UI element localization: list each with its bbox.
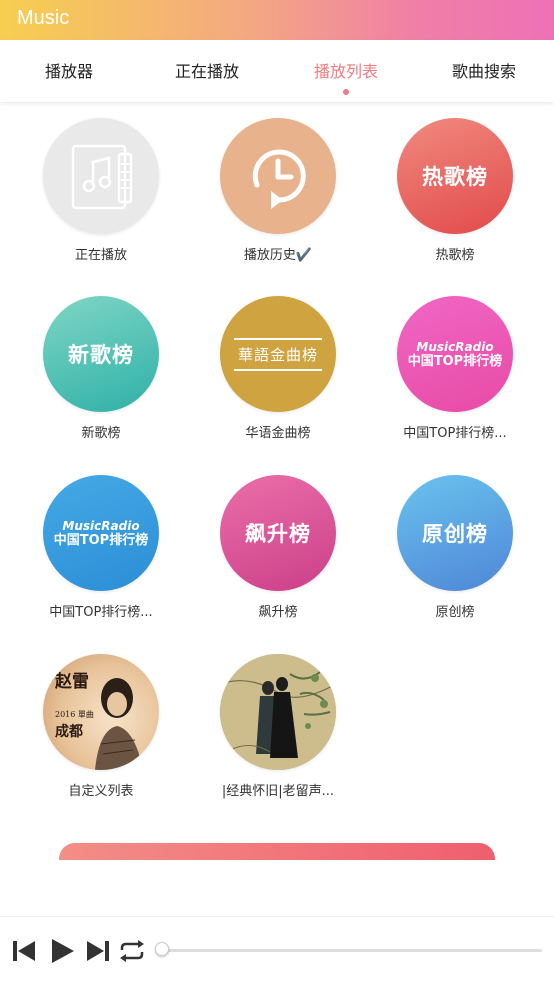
cover-album-art: 赵雷 2016 單曲 成都 bbox=[43, 654, 159, 770]
next-icon[interactable] bbox=[84, 937, 112, 965]
repeat-icon[interactable] bbox=[118, 937, 146, 965]
cover-musicradio: MusicRadio 中国TOP排行榜 bbox=[397, 296, 513, 412]
cover-hot-chart: 热歌榜 bbox=[397, 118, 513, 234]
playlist-item-history[interactable]: 播放历史✔️ bbox=[189, 102, 367, 272]
player-bar bbox=[0, 916, 554, 986]
playlist-item-new[interactable]: 新歌榜 新歌榜 bbox=[12, 280, 190, 450]
content-fade bbox=[0, 860, 554, 916]
cover-rising-chart: 飙升榜 bbox=[220, 475, 336, 591]
cover-title: 成都 bbox=[55, 724, 83, 740]
cover-chinese-gold: 華語金曲榜 bbox=[220, 296, 336, 412]
playlist-caption: 飙升榜 bbox=[258, 605, 298, 620]
playlist-caption: 播放历史✔️ bbox=[243, 248, 313, 263]
clock-history-icon bbox=[220, 118, 336, 234]
playlist-item-top-chart-1[interactable]: MusicRadio 中国TOP排行榜 中国TOP排行榜... bbox=[366, 280, 544, 450]
cover-artist: 赵雷 bbox=[55, 672, 89, 692]
tab-now-playing[interactable]: 正在播放 bbox=[138, 40, 276, 102]
playlist-caption: 中国TOP排行榜... bbox=[403, 426, 507, 441]
playlist-caption: 自定义列表 bbox=[68, 784, 134, 799]
music-document-icon bbox=[43, 118, 159, 234]
playlist-item-chinese-gold[interactable]: 華語金曲榜 华语金曲榜 bbox=[189, 280, 367, 450]
playlist-item-top-chart-2[interactable]: MusicRadio 中国TOP排行榜 中国TOP排行榜... bbox=[12, 459, 190, 629]
cover-label: 中国TOP排行榜 bbox=[407, 353, 503, 369]
cover-brand: MusicRadio bbox=[416, 339, 494, 354]
tab-bar: 播放器 正在播放 播放列表 歌曲搜索 bbox=[0, 40, 554, 102]
playlist-caption: 中国TOP排行榜... bbox=[49, 605, 153, 620]
tab-song-search[interactable]: 歌曲搜索 bbox=[415, 40, 553, 102]
cover-label: 飙升榜 bbox=[245, 522, 311, 546]
vintage-painting-icon bbox=[220, 654, 336, 770]
cover-label: 热歌榜 bbox=[422, 165, 488, 189]
playlist-item-original[interactable]: 原创榜 原创榜 bbox=[366, 459, 544, 629]
tab-player[interactable]: 播放器 bbox=[0, 40, 138, 102]
playlist-caption: 华语金曲榜 bbox=[245, 426, 311, 441]
cover-label: 新歌榜 bbox=[68, 343, 134, 367]
playlist-item-classic[interactable]: |经典怀旧|老留声... bbox=[189, 638, 367, 808]
playlist-caption: 正在播放 bbox=[74, 248, 127, 263]
cover-label: 中国TOP排行榜 bbox=[53, 532, 149, 548]
playlist-grid: 正在播放 播放历史✔️ 热歌榜 热歌榜 新歌榜 新歌榜 華語金曲榜 华语金曲榜 … bbox=[0, 102, 554, 862]
cover-new-chart: 新歌榜 bbox=[43, 296, 159, 412]
progress-track[interactable] bbox=[158, 949, 542, 952]
playlist-item-now-playing[interactable]: 正在播放 bbox=[12, 102, 190, 272]
progress-thumb[interactable] bbox=[155, 942, 169, 956]
active-tab-indicator bbox=[343, 89, 349, 95]
cover-year: 2016 單曲 bbox=[55, 710, 94, 719]
cover-label: 華語金曲榜 bbox=[237, 345, 318, 364]
playlist-item-rising[interactable]: 飙升榜 飙升榜 bbox=[189, 459, 367, 629]
playlist-caption: 新歌榜 bbox=[81, 426, 121, 441]
cover-brand: MusicRadio bbox=[62, 518, 140, 533]
cover-label: 原创榜 bbox=[422, 522, 488, 546]
playlist-item-custom[interactable]: 赵雷 2016 單曲 成都 自定义列表 bbox=[12, 638, 190, 808]
play-icon[interactable] bbox=[48, 937, 76, 965]
playlist-item-hot[interactable]: 热歌榜 热歌榜 bbox=[366, 102, 544, 272]
app-header: Music bbox=[0, 0, 554, 40]
app-title: Music bbox=[17, 7, 70, 29]
cover-original-chart: 原创榜 bbox=[397, 475, 513, 591]
cover-musicradio: MusicRadio 中国TOP排行榜 bbox=[43, 475, 159, 591]
previous-icon[interactable] bbox=[10, 937, 38, 965]
playlist-caption: 热歌榜 bbox=[435, 248, 475, 263]
playlist-caption: 原创榜 bbox=[435, 605, 475, 620]
playlist-caption: |经典怀旧|老留声... bbox=[221, 784, 335, 799]
